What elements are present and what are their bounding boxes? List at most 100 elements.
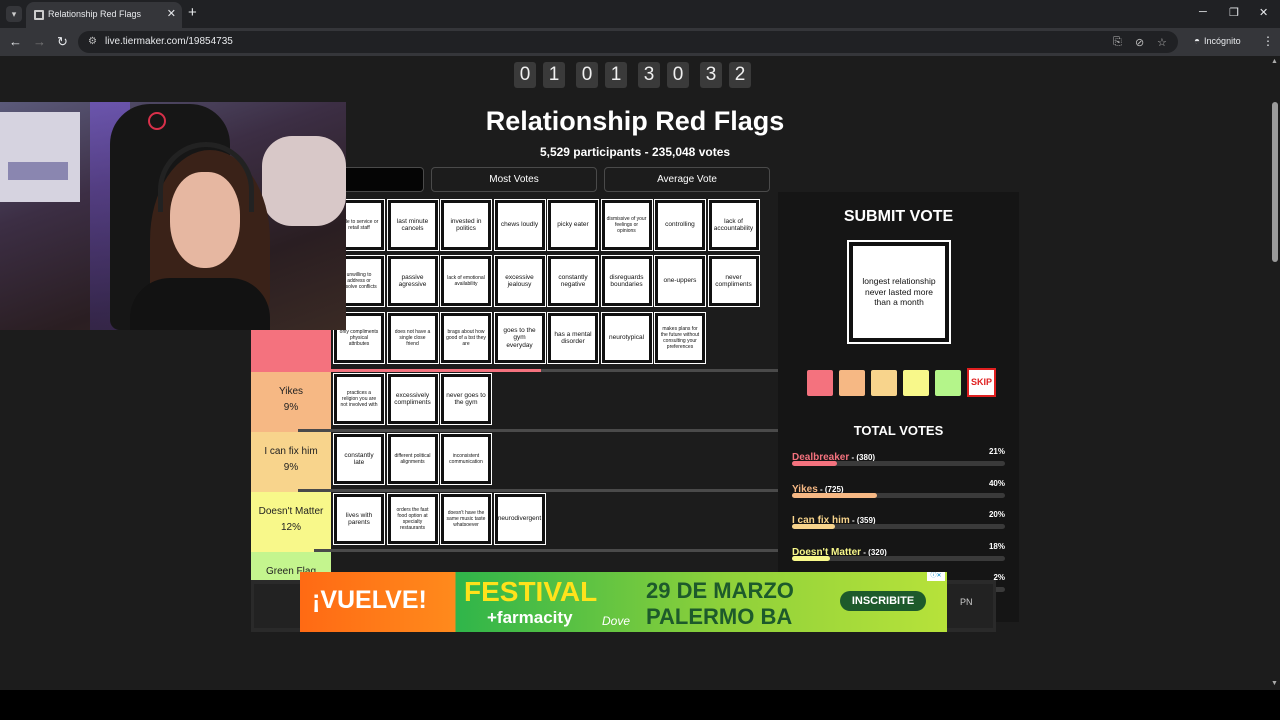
tab-search-button[interactable]: ▾ [6, 6, 22, 22]
countdown-digit: 3 [700, 62, 722, 88]
submit-vote-heading: SUBMIT VOTE [843, 208, 954, 225]
reload-icon[interactable]: ↻ [57, 34, 68, 50]
scroll-up-arrow-icon[interactable]: ▲ [1271, 58, 1278, 65]
tier-item-card[interactable]: one-uppers [654, 255, 706, 307]
url-text[interactable]: live.tiermaker.com/19854735 [105, 36, 233, 47]
browser-tab-bar: ▾ Relationship Red Flags ✕ + ─ ❐ ✕ [0, 0, 1280, 28]
tier-item-card[interactable]: does not have a single close friend [386, 312, 439, 364]
ad-side-thumbnail [254, 584, 300, 628]
tier-item-card[interactable]: neurodivergent [493, 493, 546, 545]
ad-choices-icon[interactable]: ⓘ✕ [927, 572, 945, 581]
webcam-shelf-figures [8, 162, 68, 180]
tier-item-card[interactable]: different political alignments [386, 433, 439, 485]
taskbar-area [0, 690, 1280, 720]
ad-cta-button[interactable]: INSCRIBITE [840, 591, 926, 611]
vote-progress-track [792, 555, 1005, 561]
tier-label: Doesn't Matter 12% [251, 492, 331, 549]
forward-arrow-icon[interactable]: → [33, 34, 46, 49]
tier-name: Yikes [278, 386, 304, 397]
ad-side-tag: PN [960, 597, 973, 607]
close-tab-icon[interactable]: ✕ [167, 7, 176, 20]
tier-item-card[interactable]: lack of accountability [707, 199, 760, 251]
tier-item-card[interactable]: doesn't have the same music taste whatso… [440, 493, 492, 545]
tier-item-card[interactable]: inconsistent communication [440, 433, 492, 485]
vote-progress-fill [792, 555, 831, 561]
vote-category-percent: 20% [988, 510, 1005, 519]
vote-i-can-fix-him-button[interactable] [871, 370, 897, 396]
browser-menu-icon[interactable]: ⋮ [1262, 34, 1274, 48]
total-votes-heading: TOTAL VOTES [853, 423, 944, 438]
browser-tab[interactable]: Relationship Red Flags ✕ [26, 2, 182, 28]
tier-item-card[interactable]: passive agressive [386, 255, 439, 307]
tier-item-card[interactable]: disreguards boundaries [600, 255, 653, 307]
ad-event: FESTIVAL [464, 576, 598, 607]
total-votes-row: Doesn't Matter - (320) 18% [792, 542, 1005, 562]
vote-panel: SUBMIT VOTE longest relationship never l… [778, 192, 1019, 622]
countdown-digit: 2 [729, 62, 751, 88]
scroll-down-arrow-icon[interactable]: ▼ [1271, 680, 1278, 687]
tier-item-card[interactable]: excessively compliments [386, 373, 439, 425]
tier-item-card[interactable]: never goes to the gym [440, 373, 492, 425]
ad-headline: ¡VUELVE! [312, 586, 427, 614]
streamer-webcam-overlay [0, 102, 346, 330]
bookmark-star-icon[interactable]: ☆ [1157, 36, 1167, 49]
tier-item-card[interactable]: lack of emotional availability [440, 255, 492, 307]
tier-item-card[interactable]: excessive jealousy [493, 255, 546, 307]
skip-button[interactable]: SKIP [967, 368, 996, 397]
tier-percent: 12% [280, 522, 301, 533]
tier-percent: 9% [283, 462, 299, 473]
tier-item-card[interactable]: last minute cancels [386, 199, 439, 251]
tier-item-card[interactable]: dismissive of your feelings or opinions [600, 199, 653, 251]
webcam-person-body [130, 278, 270, 330]
incognito-label: Incógnito [1204, 36, 1241, 46]
tier-item-card[interactable]: makes plans for the future without consu… [654, 312, 706, 364]
vote-yikes-button[interactable] [839, 370, 865, 396]
tier-item-card[interactable]: picky eater [547, 199, 599, 251]
vote-progress-fill [792, 461, 837, 466]
tier-item-card[interactable]: goes to the gym everyday [493, 312, 546, 364]
omnibox[interactable]: ⚙ live.tiermaker.com/19854735 ⎘ ⊘ ☆ [78, 31, 1178, 53]
vote-doesnt-matter-button[interactable] [903, 370, 929, 396]
scrollbar-thumb[interactable] [1272, 102, 1278, 262]
minimize-button[interactable]: ─ [1199, 6, 1207, 18]
countdown-digit: 0 [667, 62, 689, 88]
tab-most-votes[interactable]: Most Votes [431, 167, 597, 192]
page-scrollbar[interactable]: ▲ ▼ [1270, 56, 1280, 690]
tier-item-card[interactable]: chews loudly [493, 199, 546, 251]
tier-item-card[interactable]: lives with parents [333, 493, 385, 545]
incognito-icon: ◓ [1194, 36, 1201, 47]
tier-label: I can fix him 9% [251, 432, 331, 489]
vote-dealbreaker-button[interactable] [807, 370, 833, 396]
chair-logo-icon [148, 112, 166, 130]
tier-item-card[interactable]: controlling [654, 199, 706, 251]
tier-item-card[interactable]: brags about how good of a bst they are [440, 312, 492, 364]
tier-label: Yikes 9% [251, 372, 331, 429]
incognito-indicator[interactable]: ◓ Incógnito [1194, 36, 1241, 47]
countdown-digit: 1 [543, 62, 565, 88]
tier-item-card[interactable]: constantly late [333, 433, 385, 485]
ad-sponsor-logo: Dove [602, 614, 631, 628]
tier-item-card[interactable]: orders the fast food option at specialty… [386, 493, 439, 545]
tier-item-card[interactable]: never compliments [707, 255, 760, 307]
tier-item-card[interactable]: has a mental disorder [547, 312, 599, 364]
vote-progress-fill [792, 524, 835, 529]
tier-percent: 9% [283, 402, 299, 413]
new-tab-button[interactable]: + [188, 4, 197, 21]
total-votes-row: I can fix him - (359) 20% [792, 510, 1005, 530]
back-arrow-icon[interactable]: ← [9, 34, 22, 49]
tier-item-card[interactable]: practices a religion you are not involve… [333, 373, 385, 425]
tier-item-card[interactable]: neurotypical [600, 312, 653, 364]
tier-row: I can fix him 9% constantly late different … [251, 432, 778, 492]
tiermaker-favicon-icon [34, 10, 44, 20]
translate-icon[interactable]: ⎘ [1113, 36, 1122, 49]
festival-ad-banner[interactable]: ¡VUELVE! FESTIVAL +farmacity Dove 29 DE … [300, 572, 947, 632]
tracking-protection-icon[interactable]: ⊘ [1135, 36, 1144, 49]
maximize-button[interactable]: ❐ [1229, 6, 1239, 19]
tier-item-card[interactable]: invested in politics [440, 199, 492, 251]
close-window-button[interactable]: ✕ [1259, 6, 1268, 19]
site-info-icon[interactable]: ⚙ [88, 36, 97, 47]
vote-green-flag-button[interactable] [935, 370, 961, 396]
ad-place: PALERMO BA [646, 604, 793, 629]
tier-item-card[interactable]: constantly negative [547, 255, 599, 307]
tab-average-vote[interactable]: Average Vote [604, 167, 770, 192]
